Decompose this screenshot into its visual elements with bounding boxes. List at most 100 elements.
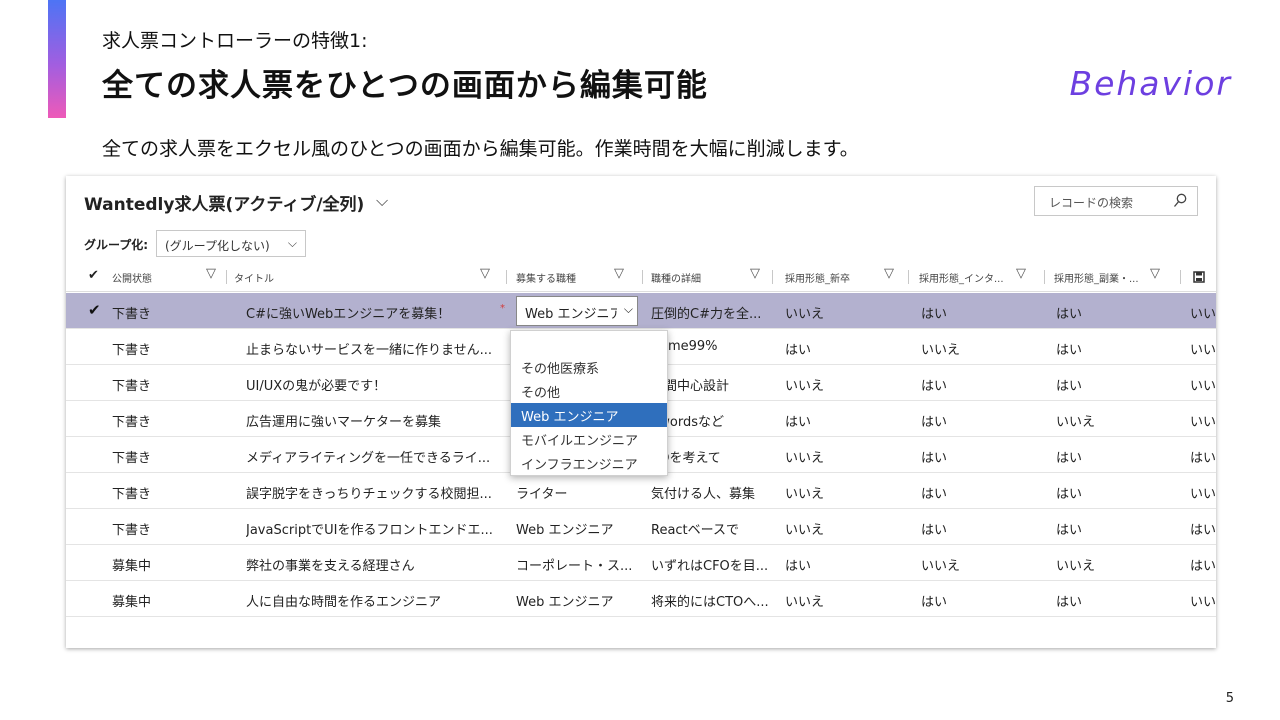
cell-intern[interactable]: いいえ — [921, 339, 960, 358]
cell-status[interactable]: 下書き — [112, 339, 151, 358]
row-checkbox[interactable]: ✔ — [88, 301, 101, 319]
cell-title[interactable]: UI/UXの鬼が必要です！ — [246, 375, 386, 394]
cell-extra[interactable]: いい — [1190, 591, 1216, 610]
cell-title[interactable]: 広告運用に強いマーケターを募集 — [246, 411, 441, 430]
column-divider[interactable] — [772, 270, 773, 284]
cell-extra[interactable]: はい — [1190, 447, 1216, 466]
select-all-checkbox[interactable]: ✔ — [88, 268, 99, 283]
filter-icon[interactable]: ▽ — [1150, 266, 1160, 281]
cell-title[interactable]: 人に自由な時間を作るエンジニア — [246, 591, 441, 610]
cell-title[interactable]: C#に強いWebエンジニアを募集！ — [246, 303, 450, 322]
cell-job-type[interactable]: Web エンジニア — [516, 591, 613, 610]
cell-extra[interactable]: いい — [1190, 339, 1216, 358]
filter-icon[interactable]: ▽ — [1016, 266, 1026, 281]
job-type-cell-editor[interactable]: Web エンジニア ⌵ — [516, 296, 638, 326]
cell-job-type[interactable]: コーポレート・ス... — [516, 555, 632, 574]
cell-new-grad[interactable]: いいえ — [785, 519, 824, 538]
cell-side-job[interactable]: いいえ — [1056, 555, 1095, 574]
column-divider[interactable] — [1044, 270, 1045, 284]
column-header-side-job[interactable]: 採用形態_副業・... — [1054, 270, 1139, 285]
column-divider[interactable] — [908, 270, 909, 284]
dropdown-option[interactable]: その他 — [511, 379, 667, 403]
chevron-down-icon[interactable]: ⌵ — [624, 302, 633, 317]
cell-job-detail[interactable]: 将来的にはCTOへ... — [651, 591, 769, 610]
column-divider[interactable] — [642, 270, 643, 284]
cell-title[interactable]: メディアライティングを一任できるライ... — [246, 447, 490, 466]
cell-intern[interactable]: いいえ — [921, 555, 960, 574]
cell-extra[interactable]: はい — [1190, 519, 1216, 538]
table-row-selected[interactable]: ✔ 下書き C#に強いWebエンジニアを募集！ * Web エンジニア ⌵ 圧倒的C#力を全… — [66, 293, 1216, 329]
search-input[interactable]: レコードの検索 — [1034, 186, 1198, 216]
search-icon[interactable] — [1173, 193, 1187, 209]
cell-status[interactable]: 下書き — [112, 411, 151, 430]
dropdown-option[interactable]: モバイルエンジニア — [511, 427, 667, 451]
cell-new-grad[interactable]: いいえ — [785, 447, 824, 466]
table-row[interactable]: 下書き JavaScriptでUIを作るフロントエンドエ... Web エンジニア R… — [66, 509, 1216, 545]
cell-intern[interactable]: はい — [921, 591, 947, 610]
cell-job-type[interactable]: Web エンジニア — [516, 519, 613, 538]
cell-new-grad[interactable]: はい — [785, 555, 811, 574]
view-selector-chevron-icon[interactable]: ⌵ — [376, 191, 388, 211]
column-divider[interactable] — [506, 270, 507, 284]
cell-extra[interactable]: いい — [1190, 411, 1216, 430]
cell-side-job[interactable]: はい — [1056, 447, 1082, 466]
column-divider[interactable] — [226, 270, 227, 284]
cell-intern[interactable]: はい — [921, 483, 947, 502]
cell-extra[interactable]: いい — [1190, 303, 1216, 322]
cell-job-detail[interactable]: いずれはCFOを目... — [651, 555, 768, 574]
job-type-dropdown[interactable]: その他医療系 その他 Web エンジニア モバイルエンジニア インフラエンジニア — [510, 330, 668, 476]
cell-side-job[interactable]: いいえ — [1056, 411, 1095, 430]
cell-extra[interactable]: いい — [1190, 375, 1216, 394]
cell-status[interactable]: 下書き — [112, 483, 151, 502]
dropdown-option[interactable]: インフラエンジニア — [511, 451, 667, 475]
cell-title[interactable]: 止まらないサービスを一緒に作りません... — [246, 339, 492, 358]
filter-icon[interactable]: ▽ — [750, 266, 760, 281]
cell-job-detail[interactable]: 気付ける人、募集 — [651, 483, 755, 502]
cell-side-job[interactable]: はい — [1056, 591, 1082, 610]
cell-status[interactable]: 下書き — [112, 303, 151, 322]
column-divider[interactable] — [1180, 270, 1181, 284]
cell-status[interactable]: 募集中 — [112, 591, 151, 610]
cell-title[interactable]: 誤字脱字をきっちりチェックする校閲担... — [246, 483, 492, 502]
cell-side-job[interactable]: はい — [1056, 519, 1082, 538]
cell-new-grad[interactable]: はい — [785, 411, 811, 430]
cell-intern[interactable]: はい — [921, 411, 947, 430]
column-header-title[interactable]: タイトル — [234, 270, 274, 285]
cell-new-grad[interactable]: いいえ — [785, 483, 824, 502]
cell-intern[interactable]: はい — [921, 303, 947, 322]
cell-title[interactable]: 弊社の事業を支える経理さん — [246, 555, 415, 574]
table-row[interactable]: 下書き 誤字脱字をきっちりチェックする校閲担... ライター 気付ける人、募集 いいえ は… — [66, 473, 1216, 509]
column-header-new-grad[interactable]: 採用形態_新卒 — [785, 270, 850, 285]
filter-icon[interactable]: ▽ — [884, 266, 894, 281]
cell-job-type[interactable]: ライター — [516, 483, 567, 502]
cell-new-grad[interactable]: はい — [785, 339, 811, 358]
column-header-status[interactable]: 公開状態 — [112, 270, 152, 285]
save-icon[interactable] — [1192, 270, 1206, 284]
cell-job-detail[interactable]: 圧倒的C#力を全... — [651, 303, 761, 322]
cell-new-grad[interactable]: いいえ — [785, 303, 824, 322]
cell-status[interactable]: 下書き — [112, 375, 151, 394]
cell-intern[interactable]: はい — [921, 447, 947, 466]
filter-icon[interactable]: ▽ — [480, 266, 490, 281]
cell-new-grad[interactable]: いいえ — [785, 591, 824, 610]
cell-intern[interactable]: はい — [921, 519, 947, 538]
filter-icon[interactable]: ▽ — [614, 266, 624, 281]
cell-job-detail[interactable]: Reactベースで — [651, 519, 739, 538]
filter-icon[interactable]: ▽ — [206, 266, 216, 281]
cell-side-job[interactable]: はい — [1056, 483, 1082, 502]
dropdown-option-selected[interactable]: Web エンジニア — [511, 403, 667, 427]
cell-extra[interactable]: はい — [1190, 555, 1216, 574]
cell-extra[interactable]: いい — [1190, 483, 1216, 502]
cell-side-job[interactable]: はい — [1056, 375, 1082, 394]
column-header-job-type[interactable]: 募集する職種 — [516, 270, 576, 285]
table-row[interactable]: 募集中 人に自由な時間を作るエンジニア Web エンジニア 将来的にはCTOへ... い… — [66, 581, 1216, 617]
cell-intern[interactable]: はい — [921, 375, 947, 394]
cell-side-job[interactable]: はい — [1056, 339, 1082, 358]
cell-new-grad[interactable]: いいえ — [785, 375, 824, 394]
dropdown-option[interactable]: その他医療系 — [511, 355, 667, 379]
cell-status[interactable]: 下書き — [112, 447, 151, 466]
column-header-job-detail[interactable]: 職種の詳細 — [651, 270, 701, 285]
table-row[interactable]: 募集中 弊社の事業を支える経理さん コーポレート・ス... いずれはCFOを目... は… — [66, 545, 1216, 581]
cell-title[interactable]: JavaScriptでUIを作るフロントエンドエ... — [246, 519, 493, 538]
cell-side-job[interactable]: はい — [1056, 303, 1082, 322]
